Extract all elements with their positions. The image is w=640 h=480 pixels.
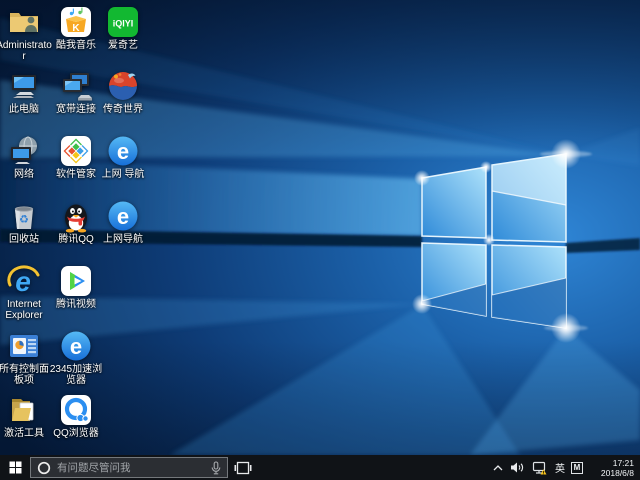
desktop-icon-user-folder-0[interactable]: Administrator	[0, 5, 48, 62]
desktop-icon-label: 回收站	[0, 234, 52, 245]
desktop-icon-iqiyi-14[interactable]: iQIYI爱奇艺	[99, 5, 147, 51]
task-view-button[interactable]	[228, 455, 258, 480]
internet-explorer-icon: e	[7, 264, 41, 298]
taskbar-clock[interactable]: 17:21 2018/6/8	[588, 458, 636, 478]
nav-browser-icon: e	[106, 134, 140, 168]
desktop-icon-internet-explorer-4[interactable]: eInternet Explorer	[0, 264, 48, 321]
desktop[interactable]: Administrator此电脑网络♻回收站eInternet Explorer…	[0, 0, 640, 455]
desktop-icon-label: 所有控制面板项	[0, 364, 52, 386]
desktop-icon-broadband-8[interactable]: 宽带连接	[52, 69, 100, 115]
desktop-icon-activation-tool-6[interactable]: e激活工具	[0, 393, 48, 439]
network-icon	[7, 134, 41, 168]
qq-browser-icon	[59, 393, 93, 427]
desktop-icon-software-manager-9[interactable]: 软件管家	[52, 134, 100, 180]
nav-browser-icon: e	[106, 199, 140, 233]
desktop-icon-legend-world-15[interactable]: 传奇世界	[99, 69, 147, 115]
broadband-icon	[59, 69, 93, 103]
taskbar-search[interactable]	[30, 457, 228, 478]
cortana-circle-icon	[37, 461, 51, 475]
svg-text:♻: ♻	[19, 213, 29, 226]
desktop-icon-2345-browser-12[interactable]: e2345加速浏览器	[52, 329, 100, 386]
svg-text:e: e	[70, 334, 82, 359]
svg-text:e: e	[117, 139, 129, 164]
control-panel-icon	[7, 329, 41, 363]
desktop-icon-label: 腾讯视频	[48, 299, 104, 310]
clock-time: 17:21	[590, 458, 634, 468]
desktop-icon-nav-browser-17[interactable]: e上网导航	[99, 199, 147, 245]
network-warning-icon	[532, 461, 548, 475]
this-pc-icon	[7, 69, 41, 103]
desktop-icon-qq-10[interactable]: 腾讯QQ	[52, 199, 100, 245]
svg-text:e: e	[117, 204, 129, 229]
desktop-icon-label: 上网 导航	[95, 169, 151, 180]
clock-date: 2018/6/8	[590, 468, 634, 478]
svg-text:e: e	[15, 266, 31, 297]
microphone-icon[interactable]	[210, 461, 222, 475]
desktop-icon-label: 上网导航	[95, 234, 151, 245]
recycle-bin-icon: ♻	[7, 199, 41, 233]
tencent-video-icon	[59, 264, 93, 298]
taskbar: 英 M 17:21 2018/6/8	[0, 455, 640, 480]
desktop-icon-label: Administrator	[0, 40, 52, 62]
desktop-icon-tencent-video-11[interactable]: 腾讯视频	[52, 264, 100, 310]
svg-text:iQIYI: iQIYI	[113, 19, 134, 29]
desktop-icon-nav-browser-16[interactable]: e上网 导航	[99, 134, 147, 180]
ime-indicator[interactable]: M	[571, 462, 583, 474]
volume-icon	[510, 461, 525, 474]
svg-text:K: K	[72, 23, 80, 34]
system-tray: 英 M 17:21 2018/6/8	[492, 455, 640, 480]
task-view-icon	[234, 461, 252, 475]
desktop-icon-kuwo-music-7[interactable]: K酷我音乐	[52, 5, 100, 51]
language-indicator[interactable]: 英	[554, 460, 566, 475]
desktop-icon-label: Internet Explorer	[0, 299, 52, 321]
chevron-up-icon	[493, 464, 503, 472]
desktop-icon-label: 此电脑	[0, 104, 52, 115]
iqiyi-icon: iQIYI	[106, 5, 140, 39]
desktop-icon-qq-browser-13[interactable]: QQ浏览器	[52, 393, 100, 439]
desktop-icon-label: QQ浏览器	[48, 428, 104, 439]
tray-expand-button[interactable]	[492, 455, 504, 480]
user-folder-icon	[7, 5, 41, 39]
legend-world-icon	[106, 69, 140, 103]
desktop-icon-network-2[interactable]: 网络	[0, 134, 48, 180]
network-button[interactable]	[531, 455, 549, 480]
volume-button[interactable]	[509, 455, 526, 480]
activation-tool-icon: e	[7, 393, 41, 427]
windows-logo-icon	[9, 461, 22, 474]
kuwo-music-icon: K	[59, 5, 93, 39]
desktop-icon-label: 网络	[0, 169, 52, 180]
2345-browser-icon: e	[59, 329, 93, 363]
desktop-icon-this-pc-1[interactable]: 此电脑	[0, 69, 48, 115]
software-manager-icon	[59, 134, 93, 168]
desktop-icon-label: 爱奇艺	[95, 40, 151, 51]
desktop-icon-control-panel-5[interactable]: 所有控制面板项	[0, 329, 48, 386]
search-input[interactable]	[57, 462, 204, 474]
desktop-icon-recycle-bin-3[interactable]: ♻回收站	[0, 199, 48, 245]
desktop-icon-label: 传奇世界	[95, 104, 151, 115]
start-button[interactable]	[0, 455, 30, 480]
desktop-icon-label: 2345加速浏览器	[48, 364, 104, 386]
qq-icon	[59, 199, 93, 233]
desktop-icon-grid: Administrator此电脑网络♻回收站eInternet Explorer…	[0, 0, 640, 455]
desktop-icon-label: 激活工具	[0, 428, 52, 439]
